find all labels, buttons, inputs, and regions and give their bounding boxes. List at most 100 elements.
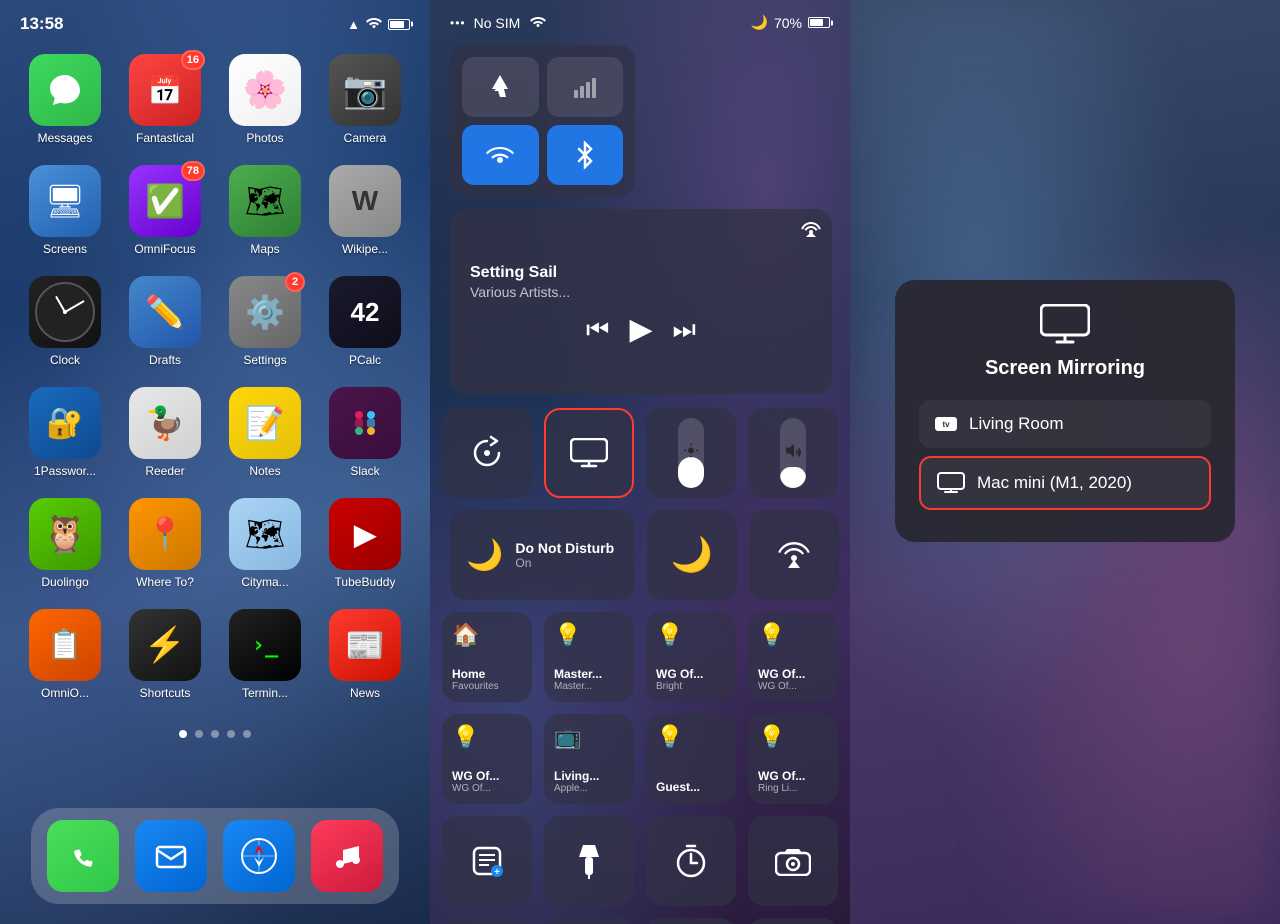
app-pcalc[interactable]: 42 PCalc — [320, 276, 410, 367]
home-wg4-tile[interactable]: 💡 WG Of... Ring Li... — [748, 714, 838, 804]
app-reeder[interactable]: 🦆 Reeder — [120, 387, 210, 478]
page-dot-1[interactable] — [179, 730, 187, 738]
maps-icon: 🗺 — [229, 165, 301, 237]
maps-label: Maps — [250, 242, 279, 256]
bluetooth-button[interactable] — [547, 125, 624, 185]
living-room-label: Living Room — [969, 414, 1064, 434]
notes-widget-button[interactable]: + — [442, 816, 532, 906]
app-camera[interactable]: 📷 Camera — [320, 54, 410, 145]
app-tubebuddy[interactable]: ▶ TubeBuddy — [320, 498, 410, 589]
camera-button[interactable] — [748, 816, 838, 906]
status-icons-right: ▲ — [347, 17, 410, 32]
brightness-control[interactable] — [646, 408, 736, 498]
photos-label: Photos — [246, 131, 283, 145]
mac-mini-device[interactable]: Mac mini (M1, 2020) — [919, 456, 1211, 510]
app-clock[interactable]: Clock — [20, 276, 110, 367]
duolingo-label: Duolingo — [41, 575, 88, 589]
page-dot-2[interactable] — [195, 730, 203, 738]
reeder-icon: 🦆 — [129, 387, 201, 459]
app-duolingo[interactable]: 🦉 Duolingo — [20, 498, 110, 589]
display-icon — [937, 472, 965, 494]
fantastical-icon: 📅 16 — [129, 54, 201, 126]
home-scene-sub-3: Bright — [656, 681, 703, 692]
app-drafts[interactable]: ✏️ Drafts — [120, 276, 210, 367]
moon-icon: 🌙 — [751, 14, 768, 31]
dock-mail[interactable] — [135, 820, 207, 892]
app-news[interactable]: 📰 News — [320, 609, 410, 700]
fantastical-badge: 16 — [181, 50, 205, 70]
clock-label: Clock — [50, 353, 80, 367]
prev-button[interactable]: ⏮ — [586, 314, 609, 346]
qr-code-button[interactable] — [748, 918, 838, 924]
app-terminal[interactable]: ›_ Termin... — [220, 609, 310, 700]
app-settings[interactable]: ⚙️ 2 Settings — [220, 276, 310, 367]
app-1password[interactable]: 🔐 1Passwor... — [20, 387, 110, 478]
focus-button[interactable]: 🌙 — [647, 510, 737, 600]
music-title: Setting Sail — [470, 264, 816, 282]
omnifocus-label: OmniFocus — [134, 242, 195, 256]
home-master-tile[interactable]: 💡 Master... Master... — [544, 612, 634, 702]
home-guest-tile[interactable]: 💡 Guest... — [646, 714, 736, 804]
notes-icon: 📝 — [229, 387, 301, 459]
home-wg1-tile[interactable]: 💡 WG Of... Bright — [646, 612, 736, 702]
app-citymaps[interactable]: 🗺 Cityma... — [220, 498, 310, 589]
volume-control[interactable] — [748, 408, 838, 498]
page-dot-5[interactable] — [243, 730, 251, 738]
tubebuddy-icon: ▶ — [329, 498, 401, 570]
app-omnioutliner[interactable]: 📋 OmniO... — [20, 609, 110, 700]
terminal-icon: ›_ — [229, 609, 301, 681]
airplane-mode-button[interactable] — [462, 57, 539, 117]
airplay-audio-button[interactable] — [749, 510, 839, 600]
whereto-icon: 📍 — [129, 498, 201, 570]
app-slack[interactable]: Slack — [320, 387, 410, 478]
next-button[interactable]: ⏭ — [673, 314, 696, 346]
app-fantastical[interactable]: 📅 16 Fantastical — [120, 54, 210, 145]
cellular-button[interactable] — [547, 57, 624, 117]
home-favorites-tile[interactable]: 🏠 Home Favourites — [442, 612, 532, 702]
page-dot-4[interactable] — [227, 730, 235, 738]
battery-percent: 70% — [774, 15, 802, 31]
app-shortcuts[interactable]: ⚡ Shortcuts — [120, 609, 210, 700]
airplay-button[interactable] — [800, 219, 822, 246]
magnifier-button[interactable] — [544, 918, 634, 924]
terminal-label: Termin... — [242, 686, 288, 700]
app-grid: Messages 📅 16 Fantastical 🌸 Photos 📷 Cam… — [0, 34, 430, 720]
app-notes[interactable]: 📝 Notes — [220, 387, 310, 478]
sm-header: Screen Mirroring — [919, 304, 1211, 380]
page-dot-3[interactable] — [211, 730, 219, 738]
app-screens[interactable]: 🖥 Screens — [20, 165, 110, 256]
rotation-lock-button[interactable] — [442, 408, 532, 498]
1password-icon: 🔐 — [29, 387, 101, 459]
app-whereto[interactable]: 📍 Where To? — [120, 498, 210, 589]
app-wikipedia[interactable]: W Wikipe... — [320, 165, 410, 256]
home-appletv-tile[interactable]: 📺 Living... Apple... — [544, 714, 634, 804]
screen-mirror-button[interactable] — [544, 408, 634, 498]
app-maps[interactable]: 🗺 Maps — [220, 165, 310, 256]
dock-phone[interactable] — [47, 820, 119, 892]
living-room-device[interactable]: tv Living Room — [919, 400, 1211, 448]
dock-safari[interactable] — [223, 820, 295, 892]
shortcuts-icon: ⚡ — [129, 609, 201, 681]
home-wg3-tile[interactable]: 💡 WG Of... WG Of... — [442, 714, 532, 804]
app-photos[interactable]: 🌸 Photos — [220, 54, 310, 145]
do-not-disturb-button[interactable]: 🌙 Do Not Disturb On — [450, 510, 635, 600]
dock-music[interactable] — [311, 820, 383, 892]
music-artist: Various Artists... — [470, 284, 816, 300]
fantastical-label: Fantastical — [136, 131, 194, 145]
wifi-button[interactable] — [462, 125, 539, 185]
play-button[interactable]: ▶ — [629, 312, 652, 347]
dnd-sublabel: On — [515, 556, 614, 570]
music-tile[interactable]: Setting Sail Various Artists... ⏮ ▶ ⏭ — [450, 209, 832, 394]
app-omnifocus[interactable]: ✅ 78 OmniFocus — [120, 165, 210, 256]
timer-button[interactable] — [646, 816, 736, 906]
camera-label: Camera — [344, 131, 387, 145]
app-messages[interactable]: Messages — [20, 54, 110, 145]
flashlight-button[interactable] — [544, 816, 634, 906]
messages-label: Messages — [38, 131, 93, 145]
home-wg2-tile[interactable]: 💡 WG Of... WG Of... — [748, 612, 838, 702]
wifi-icon — [366, 17, 382, 32]
slack-icon — [329, 387, 401, 459]
home-scene2-sub-2: Apple... — [554, 783, 599, 794]
remote-button[interactable] — [442, 918, 532, 924]
accessibility-button[interactable] — [646, 918, 736, 924]
